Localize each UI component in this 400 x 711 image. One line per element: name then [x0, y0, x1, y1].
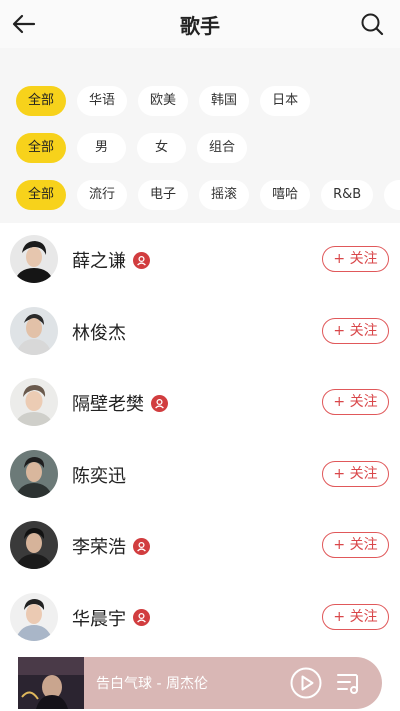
gender-chip-all[interactable]: 全部 [16, 133, 67, 163]
genre-chip-folk[interactable]: 民 [384, 180, 400, 210]
follow-button[interactable]: + 关注 [322, 460, 389, 487]
follow-button[interactable]: + 关注 [322, 603, 389, 630]
artist-name: 林俊杰 [72, 322, 126, 344]
region-chip-western[interactable]: 欧美 [138, 86, 189, 116]
mini-player[interactable]: 告白气球 - 周杰伦 [18, 657, 382, 709]
artist-avatar [10, 592, 58, 641]
play-icon[interactable] [290, 667, 322, 699]
verified-badge-icon [133, 537, 150, 555]
region-chip-chinese[interactable]: 华语 [77, 86, 128, 116]
follow-button[interactable]: + 关注 [322, 532, 389, 558]
gender-filter: 全部 男 女 组合 [16, 133, 248, 163]
artist-avatar [10, 235, 58, 283]
artist-list: 薛之谦 + 关注 林俊杰 + 关注 隔壁老樊 + 关注 陈奕迅 + 关注 李荣浩… [0, 223, 400, 652]
artist-name: 隔壁老樊 [72, 394, 144, 415]
genre-chip-rnb[interactable]: R&B [321, 180, 374, 210]
artist-row[interactable]: 华晨宇 + 关注 [0, 581, 400, 653]
artist-row[interactable]: 隔壁老樊 + 关注 [0, 366, 400, 438]
region-chip-japan[interactable]: 日本 [260, 86, 311, 116]
gender-chip-group[interactable]: 组合 [197, 133, 248, 163]
artist-name: 李荣浩 [72, 537, 126, 558]
verified-badge-icon [133, 609, 150, 626]
verified-badge-icon [151, 394, 168, 412]
artist-avatar [10, 449, 58, 498]
genre-chip-electronic[interactable]: 电子 [138, 180, 189, 210]
verified-badge-icon [133, 251, 150, 269]
artist-avatar [10, 306, 58, 355]
album-cover[interactable] [18, 657, 84, 709]
back-arrow-icon[interactable] [10, 10, 38, 38]
artist-row[interactable]: 薛之谦 + 关注 [0, 223, 400, 295]
region-filter: 全部 华语 欧美 韩国 日本 [16, 86, 311, 116]
genre-chip-pop[interactable]: 流行 [77, 180, 128, 210]
artist-avatar [10, 521, 58, 569]
artist-name: 薛之谦 [72, 251, 126, 272]
filter-panel: 全部 华语 欧美 韩国 日本 全部 男 女 组合 全部 流行 电子 摇滚 嘻哈 … [0, 48, 400, 223]
artist-name: 陈奕迅 [72, 465, 126, 487]
artist-row[interactable]: 林俊杰 + 关注 [0, 295, 400, 367]
genre-filter: 全部 流行 电子 摇滚 嘻哈 R&B 民 [16, 180, 400, 210]
artist-name-row: 华晨宇 [72, 605, 150, 631]
artist-row[interactable]: 陈奕迅 + 关注 [0, 438, 400, 510]
now-playing-title: 告白气球 - 周杰伦 [96, 676, 208, 692]
artist-name-row: 林俊杰 [72, 319, 126, 345]
search-icon[interactable] [360, 12, 384, 36]
follow-button[interactable]: + 关注 [322, 389, 389, 415]
app-header: 歌手 [0, 0, 400, 48]
page-title: 歌手 [180, 13, 220, 38]
follow-button[interactable]: + 关注 [322, 246, 389, 272]
artist-row[interactable]: 李荣浩 + 关注 [0, 509, 400, 581]
artist-name-row: 隔壁老樊 [72, 390, 168, 416]
artist-name-row: 薛之谦 [72, 247, 150, 273]
follow-button[interactable]: + 关注 [322, 317, 389, 344]
genre-chip-all[interactable]: 全部 [16, 180, 67, 210]
gender-chip-male[interactable]: 男 [77, 133, 127, 163]
playlist-icon[interactable] [336, 670, 362, 696]
artist-name: 华晨宇 [72, 608, 126, 630]
gender-chip-female[interactable]: 女 [137, 133, 187, 163]
region-chip-korea[interactable]: 韩国 [199, 86, 250, 116]
genre-chip-rock[interactable]: 摇滚 [199, 180, 250, 210]
genre-chip-hiphop[interactable]: 嘻哈 [260, 180, 311, 210]
artist-name-row: 陈奕迅 [72, 462, 126, 488]
artist-avatar [10, 378, 58, 426]
region-chip-all[interactable]: 全部 [16, 86, 67, 116]
artist-name-row: 李荣浩 [72, 533, 150, 559]
